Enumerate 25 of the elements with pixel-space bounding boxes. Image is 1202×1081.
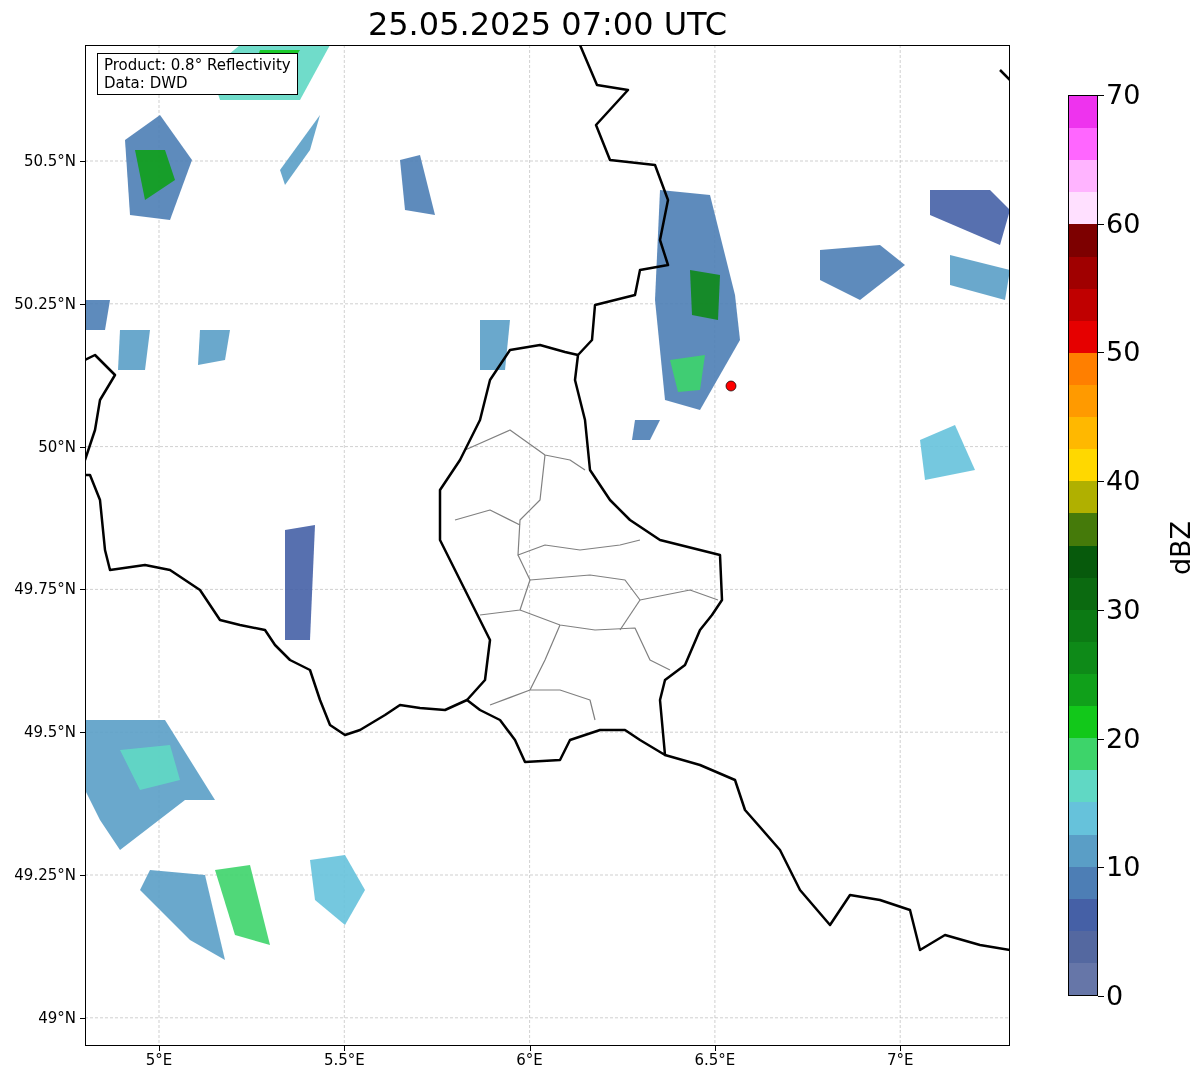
colorbar-tick-label: 10 (1106, 851, 1141, 884)
chart-title: 25.05.2025 07:00 UTC (366, 4, 729, 44)
latitude-label: 49.75°N (13, 580, 76, 599)
colorbar-tick-label: 20 (1106, 722, 1141, 755)
info-text: Product: 0.8° Reflectivity (104, 56, 291, 74)
latitude-label: 49.5°N (22, 723, 76, 742)
radar-site-marker (725, 380, 737, 392)
longitude-label: 7°E (885, 1051, 915, 1069)
longitude-label: 6°E (515, 1051, 544, 1069)
colorbar-label: dBZ (1164, 518, 1196, 578)
colorbar-tick-label: 40 (1106, 465, 1141, 498)
colorbar-tick-label: 30 (1106, 593, 1141, 626)
colorbar-tick-label: 0 (1106, 980, 1124, 1012)
latitude-label: 50.5°N (22, 152, 76, 170)
latitude-label: 49.25°N (13, 866, 76, 884)
info-text: Data: DWD (104, 74, 189, 92)
colorbar-tick-label: 70 (1106, 79, 1141, 111)
latitude-label: 50°N (37, 437, 76, 456)
latitude-label: 49°N (37, 1008, 76, 1027)
longitude-label: 6.5°E (693, 1051, 737, 1069)
latitude-label: 50.25°N (13, 294, 76, 313)
longitude-label: 5.5°E (322, 1051, 366, 1069)
colorbar-tick-label: 50 (1106, 336, 1141, 369)
longitude-label: 5°E (144, 1051, 174, 1069)
colorbar-tick-label: 60 (1106, 207, 1141, 240)
